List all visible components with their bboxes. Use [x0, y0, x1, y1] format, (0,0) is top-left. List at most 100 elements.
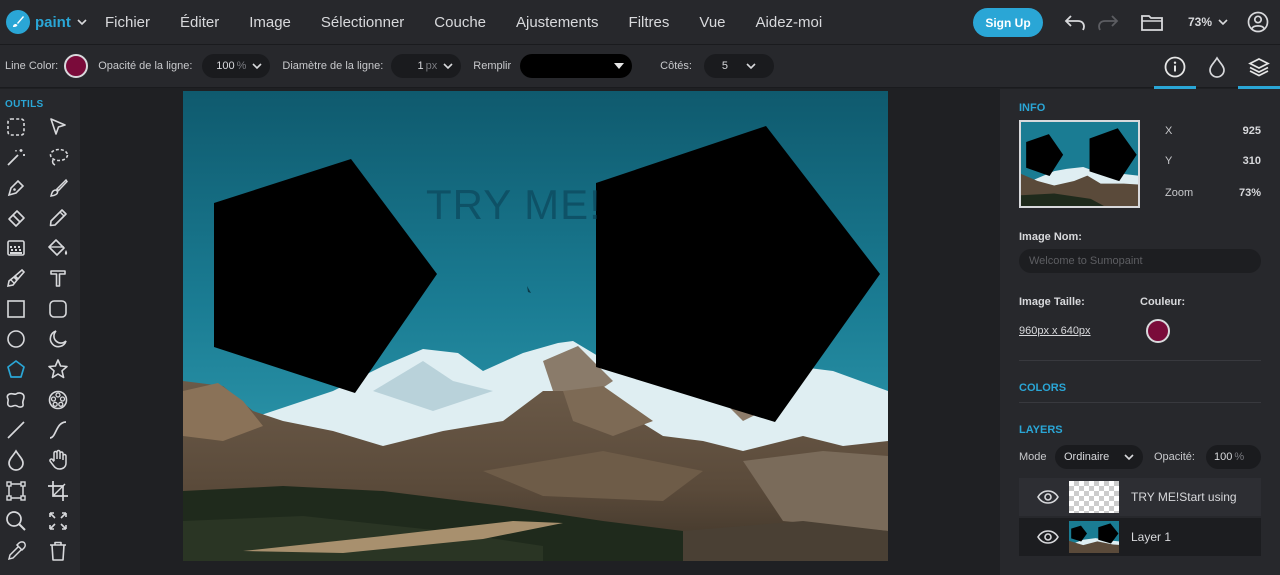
line-opacity-label: Opacité de la ligne: — [98, 60, 193, 72]
fit-screen-icon[interactable] — [46, 509, 70, 533]
tab-colors[interactable] — [1196, 45, 1238, 89]
gear-shape-icon[interactable] — [46, 388, 70, 412]
fill-label: Remplir — [473, 60, 512, 72]
image-size-label: Image Taille: — [1019, 296, 1085, 308]
colors-section-title[interactable]: COLORS — [1019, 382, 1066, 394]
menu-item-selectionner[interactable]: Sélectionner — [321, 14, 404, 31]
lasso-icon[interactable] — [46, 145, 70, 169]
caret-down-icon — [614, 63, 625, 69]
layer-opacity-label: Opacité: — [1154, 451, 1195, 463]
fill-color-dropdown[interactable] — [520, 54, 633, 78]
brush-icon[interactable] — [46, 176, 70, 200]
undo-icon[interactable] — [1063, 10, 1087, 34]
blend-mode-dropdown[interactable]: Ordinaire — [1055, 445, 1143, 469]
text-icon[interactable] — [46, 266, 70, 290]
layer-row[interactable]: Layer 1 — [1019, 518, 1261, 556]
sides-label: Côtés: — [660, 60, 692, 72]
line-diameter-value: 1 — [417, 60, 424, 72]
zoom-icon[interactable] — [4, 509, 28, 533]
pen-icon[interactable] — [4, 176, 28, 200]
image-size-link[interactable]: 960px x 640px — [1019, 325, 1091, 337]
line-diameter-unit: px — [425, 60, 438, 72]
eyedropper-icon[interactable] — [4, 539, 28, 563]
chevron-down-icon — [1124, 454, 1134, 461]
thumbnail-preview — [1021, 122, 1138, 206]
line-diameter-label: Diamètre de la ligne: — [282, 60, 384, 72]
zoom-dropdown[interactable]: 73% — [1188, 15, 1228, 29]
menu-item-fichier[interactable]: Fichier — [105, 14, 150, 31]
info-icon — [1164, 56, 1186, 78]
eye-icon[interactable] — [1037, 486, 1059, 508]
magic-wand-icon[interactable] — [4, 145, 28, 169]
fill-bucket-icon[interactable] — [46, 236, 70, 260]
layer-thumbnail — [1069, 521, 1119, 553]
crescent-icon[interactable] — [46, 327, 70, 351]
y-label: Y — [1165, 155, 1173, 167]
image-canvas[interactable]: TRY ME! — [183, 91, 888, 561]
menu-item-filtres[interactable]: Filtres — [629, 14, 670, 31]
x-label: X — [1165, 125, 1173, 137]
chevron-down-icon — [252, 63, 262, 70]
menu-bar: paint Fichier Éditer Image Sélectionner … — [0, 0, 1280, 44]
menu-item-couche[interactable]: Couche — [434, 14, 486, 31]
drop-icon[interactable] — [4, 448, 28, 472]
rounded-rectangle-icon[interactable] — [46, 297, 70, 321]
tools-panel: OUTILS — [0, 89, 80, 575]
circle-icon[interactable] — [4, 327, 28, 351]
tools-title: OUTILS — [5, 99, 44, 110]
y-value: 310 — [1242, 155, 1261, 167]
canvas-workspace: TRY ME! — [80, 89, 1000, 575]
folder-icon[interactable] — [1140, 10, 1164, 34]
line-diameter-input[interactable]: 1 px — [391, 54, 462, 78]
chevron-down-icon — [1218, 19, 1228, 26]
redo-icon[interactable] — [1096, 10, 1120, 34]
layer-opacity-input[interactable]: 100 % — [1206, 445, 1261, 469]
pentagon-icon[interactable] — [4, 357, 28, 381]
clone-stamp-icon[interactable] — [4, 266, 28, 290]
menu-item-vue[interactable]: Vue — [699, 14, 725, 31]
line-color-swatch[interactable] — [64, 54, 89, 78]
color-label: Couleur: — [1140, 296, 1186, 308]
hand-icon[interactable] — [46, 448, 70, 472]
image-color-swatch[interactable] — [1146, 319, 1170, 343]
line-opacity-input[interactable]: 100 % — [202, 54, 271, 78]
eye-icon[interactable] — [1037, 526, 1059, 548]
x-value: 925 — [1242, 125, 1261, 137]
tab-info[interactable] — [1154, 45, 1196, 89]
crop-icon[interactable] — [46, 479, 70, 503]
menu-item-aidez-moi[interactable]: Aidez-moi — [756, 14, 823, 31]
eraser-icon[interactable] — [4, 206, 28, 230]
layer-opacity-value: 100 — [1214, 451, 1233, 463]
image-name-input[interactable] — [1019, 249, 1261, 273]
brush-logo-icon — [6, 10, 30, 34]
line-icon[interactable] — [4, 418, 28, 442]
menu-item-ajustements[interactable]: Ajustements — [516, 14, 599, 31]
pencil-icon[interactable] — [46, 206, 70, 230]
tools-grid — [4, 115, 80, 569]
app-logo[interactable]: paint — [6, 10, 90, 34]
menu-item-image[interactable]: Image — [249, 14, 291, 31]
gradient-icon[interactable] — [4, 236, 28, 260]
transform-icon[interactable] — [4, 479, 28, 503]
drop-icon — [1209, 56, 1225, 78]
blob-shape-icon[interactable] — [4, 388, 28, 412]
trash-icon[interactable] — [46, 539, 70, 563]
menu-item-editer[interactable]: Éditer — [180, 14, 219, 31]
signup-button[interactable]: Sign Up — [973, 8, 1043, 37]
tab-layers[interactable] — [1238, 45, 1280, 89]
sides-input[interactable]: 5 — [703, 54, 774, 78]
chevron-down-icon — [77, 13, 87, 31]
curve-icon[interactable] — [46, 418, 70, 442]
tool-options-bar: Line Color: Opacité de la ligne: 100 % D… — [0, 44, 1280, 89]
user-account-icon[interactable] — [1246, 10, 1270, 34]
mountain-photo — [183, 91, 888, 561]
chevron-down-icon — [746, 63, 756, 70]
marquee-select-icon[interactable] — [4, 115, 28, 139]
layer-opacity-unit: % — [1234, 451, 1245, 463]
layer-row[interactable]: TRY ME!Start using — [1019, 478, 1261, 516]
rectangle-icon[interactable] — [4, 297, 28, 321]
star-icon[interactable] — [46, 357, 70, 381]
pointer-arrow-icon[interactable] — [46, 115, 70, 139]
right-panel: INFO X 925 Y 310 Zoom 73% Image Nom: Ima… — [1000, 89, 1280, 575]
info-section-title: INFO — [1019, 102, 1046, 114]
